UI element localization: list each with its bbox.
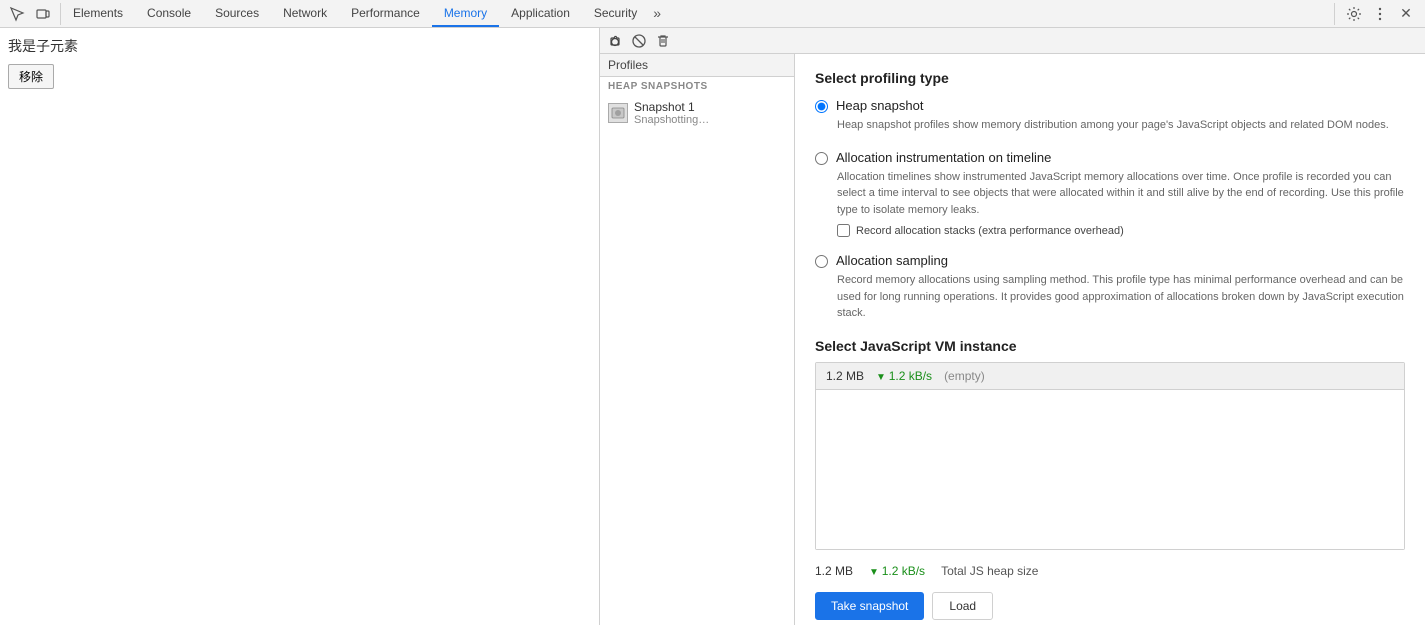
more-options-icon[interactable] — [1369, 3, 1391, 25]
load-button[interactable]: Load — [932, 592, 993, 620]
allocation-timeline-radio[interactable] — [815, 152, 828, 165]
devtools-icons-left — [0, 3, 61, 25]
vm-size: 1.2 MB — [826, 369, 864, 383]
profiles-tab-label: Profiles — [600, 54, 794, 77]
profiles-sidebar: Profiles HEAP SNAPSHOTS Snapshot 1 Snaps… — [600, 54, 795, 625]
vm-instance-row[interactable]: 1.2 MB 1.2 kB/s (empty) — [816, 363, 1404, 389]
profile-snapshot-icon — [608, 103, 628, 123]
devtools-memory-panel: Profiles HEAP SNAPSHOTS Snapshot 1 Snaps… — [600, 28, 1425, 625]
record-allocation-stacks-option: Record allocation stacks (extra performa… — [837, 224, 1405, 237]
memory-panel-toolbar — [600, 28, 1425, 54]
allocation-sampling-option: Allocation sampling Record memory alloca… — [815, 253, 1405, 322]
allocation-timeline-desc: Allocation timelines show instrumented J… — [837, 169, 1405, 219]
vm-empty-area — [816, 389, 1404, 549]
profiling-options-panel: Select profiling type Heap snapshot Heap… — [795, 54, 1425, 625]
main-area: 我是子元素 移除 — [0, 28, 1425, 625]
record-allocation-stacks-label[interactable]: Record allocation stacks (extra performa… — [856, 225, 1124, 237]
vm-footer-size: 1.2 MB — [815, 564, 853, 578]
record-allocation-stacks-checkbox[interactable] — [837, 224, 850, 237]
delete-profile-icon[interactable] — [652, 30, 674, 52]
profile-info: Snapshot 1 Snapshotting… — [634, 100, 709, 126]
action-buttons: Take snapshot Load — [815, 592, 1405, 620]
allocation-timeline-option: Allocation instrumentation on timeline A… — [815, 150, 1405, 238]
tab-performance[interactable]: Performance — [339, 0, 432, 27]
tab-application[interactable]: Application — [499, 0, 582, 27]
heap-snapshot-label[interactable]: Heap snapshot — [836, 98, 923, 113]
tab-network[interactable]: Network — [271, 0, 339, 27]
tab-memory[interactable]: Memory — [432, 0, 499, 27]
page-content: 我是子元素 移除 — [0, 28, 600, 625]
tab-security[interactable]: Security — [582, 0, 649, 27]
vm-footer: 1.2 MB 1.2 kB/s Total JS heap size — [815, 558, 1405, 584]
devtools-tabs: Elements Console Sources Network Perform… — [61, 0, 1334, 27]
tab-sources[interactable]: Sources — [203, 0, 271, 27]
heap-snapshots-section-header: HEAP SNAPSHOTS — [600, 77, 794, 96]
profiling-section-title: Select profiling type — [815, 70, 1405, 86]
take-snapshot-button[interactable]: Take snapshot — [815, 592, 924, 620]
vm-rate: 1.2 kB/s — [876, 369, 932, 383]
heap-snapshot-option: Heap snapshot Heap snapshot profiles sho… — [815, 98, 1405, 134]
tab-console[interactable]: Console — [135, 0, 203, 27]
list-item[interactable]: Snapshot 1 Snapshotting… — [600, 96, 794, 130]
take-snapshot-toolbar-icon[interactable] — [604, 30, 626, 52]
allocation-timeline-label[interactable]: Allocation instrumentation on timeline — [836, 150, 1051, 165]
settings-icon[interactable] — [1343, 3, 1365, 25]
device-mode-icon[interactable] — [32, 3, 54, 25]
vm-footer-label: Total JS heap size — [941, 564, 1038, 578]
vm-footer-rate: 1.2 kB/s — [869, 564, 925, 578]
close-devtools-icon[interactable]: ✕ — [1395, 3, 1417, 25]
remove-button[interactable]: 移除 — [8, 64, 54, 89]
allocation-sampling-label[interactable]: Allocation sampling — [836, 253, 948, 268]
heap-snapshot-desc: Heap snapshot profiles show memory distr… — [837, 117, 1405, 134]
devtools-settings-area: ✕ — [1334, 3, 1425, 25]
memory-panel-body: Profiles HEAP SNAPSHOTS Snapshot 1 Snaps… — [600, 54, 1425, 625]
heap-snapshot-radio[interactable] — [815, 100, 828, 113]
clear-profiles-icon[interactable] — [628, 30, 650, 52]
more-tabs-button[interactable]: » — [649, 0, 665, 27]
profile-status: Snapshotting… — [634, 114, 709, 126]
inspect-element-icon[interactable] — [6, 3, 28, 25]
page-element-text: 我是子元素 — [8, 36, 78, 56]
devtools-topbar: Elements Console Sources Network Perform… — [0, 0, 1425, 28]
vm-table: 1.2 MB 1.2 kB/s (empty) — [815, 362, 1405, 550]
allocation-sampling-radio[interactable] — [815, 255, 828, 268]
vm-empty-label: (empty) — [944, 369, 985, 383]
tab-elements[interactable]: Elements — [61, 0, 135, 27]
vm-section-title: Select JavaScript VM instance — [815, 338, 1405, 354]
allocation-sampling-desc: Record memory allocations using sampling… — [837, 272, 1405, 322]
profile-name: Snapshot 1 — [634, 100, 709, 114]
